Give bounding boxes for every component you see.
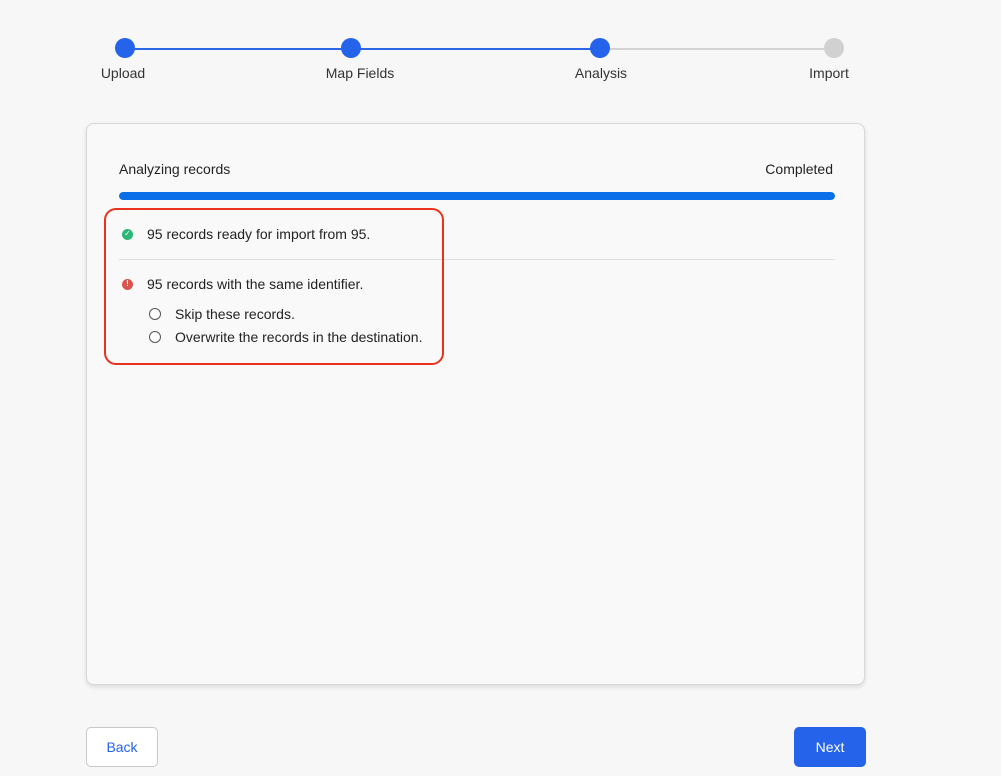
check-circle-icon: ✓ [122,228,133,240]
step-label-analysis: Analysis [574,65,628,81]
import-stepper: Upload Map Fields Analysis Import [0,0,1001,100]
analysis-card: Analyzing records Completed ✓ 95 records… [86,123,865,685]
progress-bar [119,192,835,200]
divider [119,259,835,260]
back-button[interactable]: Back [86,727,158,767]
next-button[interactable]: Next [794,727,866,767]
step-label-upload: Upload [100,65,146,81]
radio-skip[interactable] [149,308,161,320]
option-overwrite-label: Overwrite the records in the destination… [175,329,423,345]
option-skip-records[interactable]: Skip these records. [149,306,295,322]
progress-status: Completed [765,161,833,177]
progress-label: Analyzing records [119,161,231,177]
error-circle-icon: ! [122,278,133,290]
step-label-map-fields: Map Fields [325,65,395,81]
progress-bar-fill [119,192,835,200]
ready-message: 95 records ready for import from 95. [147,226,371,242]
step-label-import: Import [809,65,849,81]
step-dot-map-fields[interactable] [341,38,361,58]
radio-overwrite[interactable] [149,331,161,343]
option-overwrite-records[interactable]: Overwrite the records in the destination… [149,329,422,345]
step-dot-analysis[interactable] [590,38,610,58]
step-connector-1 [125,48,351,50]
step-connector-2 [351,48,600,50]
ready-result: ✓ 95 records ready for import from 95. [122,226,370,242]
step-connector-3 [600,48,834,50]
duplicate-message: 95 records with the same identifier. [147,276,364,292]
step-dot-upload[interactable] [115,38,135,58]
option-skip-label: Skip these records. [175,306,295,322]
duplicate-result: ! 95 records with the same identifier. [122,276,363,292]
step-dot-import [824,38,844,58]
